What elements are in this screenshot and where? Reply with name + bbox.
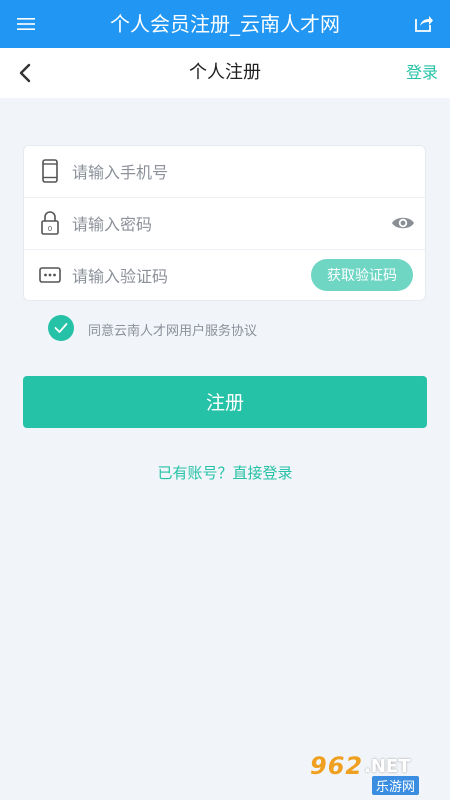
password-row: 0	[24, 198, 425, 250]
phone-input[interactable]	[70, 156, 324, 188]
app-header: 个人会员注册_云南人才网	[0, 0, 450, 48]
svg-text:0: 0	[48, 225, 52, 233]
page-title: 个人注册	[189, 62, 261, 83]
agreement-checkbox[interactable]	[48, 315, 74, 341]
direct-login-link[interactable]: 已有账号？直接登录	[0, 462, 450, 483]
lock-icon: 0	[41, 211, 59, 235]
menu-icon[interactable]	[16, 14, 36, 34]
register-form: 0 获取验证码	[23, 145, 426, 301]
register-button[interactable]: 注册	[23, 376, 427, 428]
site-watermark: 962 .NET 乐游网	[306, 752, 446, 795]
check-icon	[54, 323, 68, 333]
phone-icon	[42, 159, 58, 183]
code-row: 获取验证码	[24, 250, 425, 301]
share-icon[interactable]	[414, 13, 434, 33]
agreement-text[interactable]: 同意云南人才网用户服务协议	[88, 320, 257, 339]
eye-icon[interactable]	[391, 212, 415, 234]
login-link[interactable]: 登录	[406, 48, 438, 98]
watermark-net: .NET	[364, 756, 411, 777]
phone-row	[24, 146, 425, 198]
watermark-number: 962	[310, 752, 364, 780]
password-input[interactable]	[70, 208, 324, 240]
watermark-cn: 乐游网	[372, 776, 420, 795]
app-title: 个人会员注册_云南人才网	[110, 12, 340, 36]
nav-bar: 个人注册 登录	[0, 48, 450, 98]
get-code-button[interactable]: 获取验证码	[311, 259, 413, 291]
code-icon	[39, 267, 61, 283]
code-input[interactable]	[70, 260, 324, 292]
